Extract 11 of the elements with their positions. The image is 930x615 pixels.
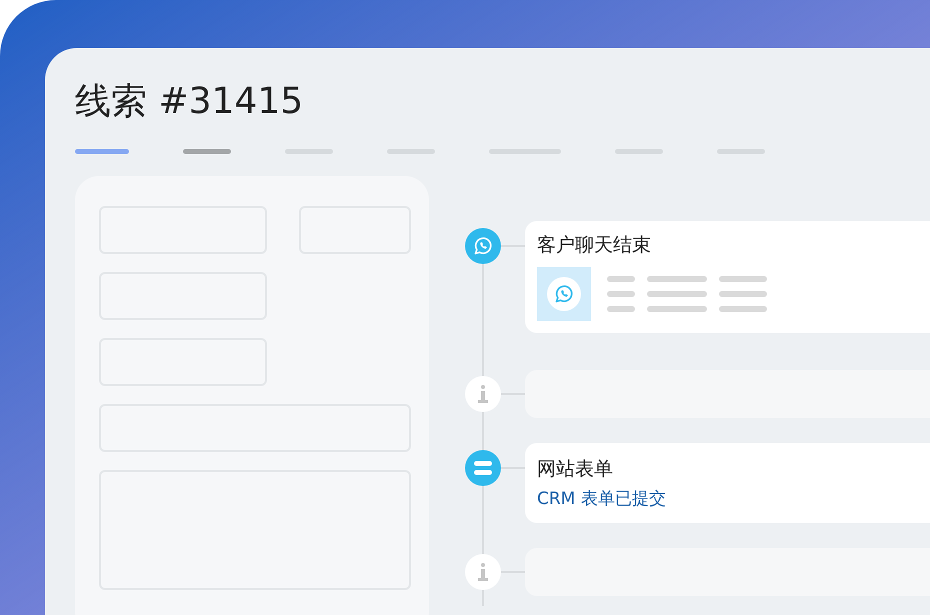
lead-title: 线索 #31415: [75, 80, 304, 124]
tab[interactable]: [183, 149, 231, 154]
chat-bubble-icon: [473, 236, 493, 256]
info-node-icon: [465, 376, 501, 412]
chat-bubble-icon: [554, 284, 574, 304]
tab[interactable]: [75, 149, 129, 154]
event-title: 网站表单: [537, 457, 614, 482]
info-node-icon: [465, 554, 501, 590]
event-title: 客户聊天结束: [537, 233, 652, 257]
event-subtitle: CRM 表单已提交: [537, 488, 667, 511]
form-node-icon: [465, 450, 501, 486]
